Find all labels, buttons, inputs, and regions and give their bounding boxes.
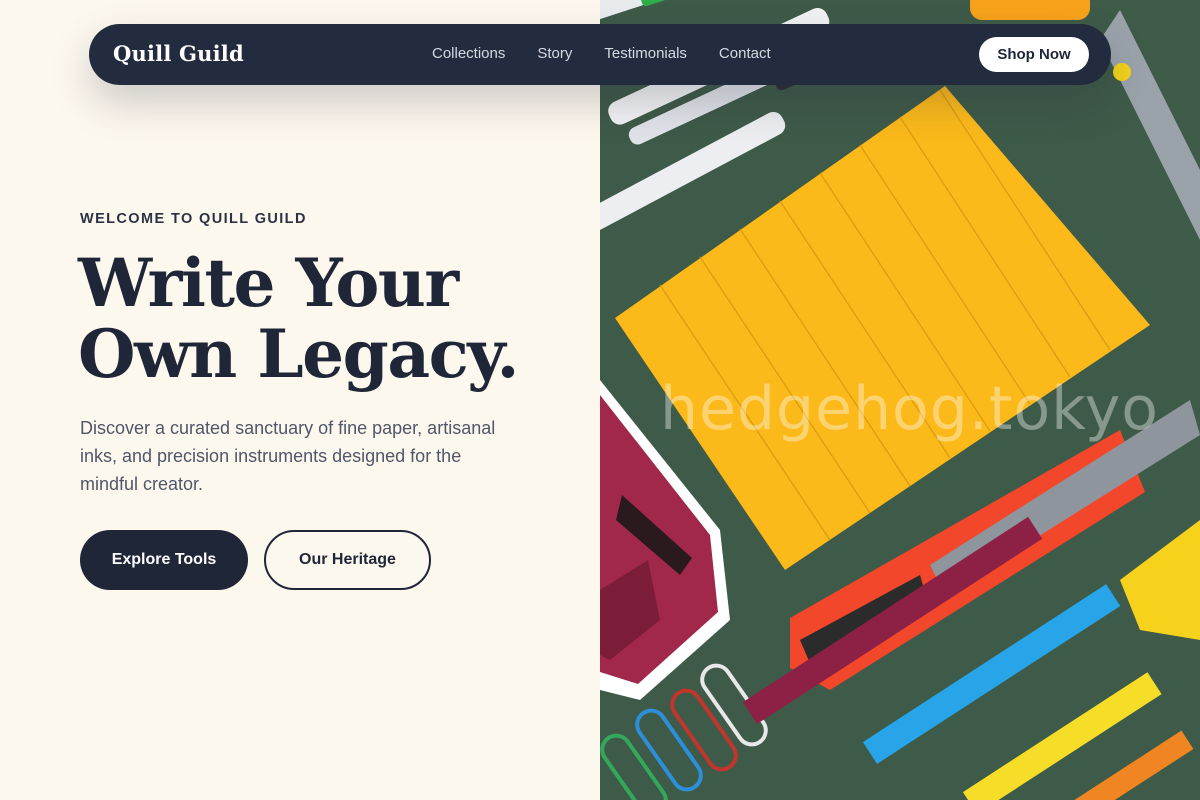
headline-line-1: Write Your	[78, 244, 459, 322]
our-heritage-button[interactable]: Our Heritage	[264, 530, 431, 590]
nav-link-story[interactable]: Story	[537, 45, 572, 62]
top-navbar: Quill Guild Collections Story Testimonia…	[89, 24, 1111, 85]
nav-link-contact[interactable]: Contact	[719, 45, 771, 62]
brand-logo[interactable]: Quill Guild	[113, 41, 244, 66]
hero-headline: Write Your Own Legacy.	[78, 248, 598, 390]
headline-line-2: Own Legacy.	[78, 315, 520, 393]
watermark-text: hedgehog.tokyo	[660, 374, 1159, 444]
nav-link-testimonials[interactable]: Testimonials	[604, 45, 687, 62]
hero-description: Discover a curated sanctuary of fine pap…	[80, 418, 496, 494]
hero-eyebrow: WELCOME TO QUILL GUILD	[80, 211, 307, 227]
explore-tools-button[interactable]: Explore Tools	[80, 530, 248, 590]
nav-links: Collections Story Testimonials Contact	[432, 45, 771, 62]
nav-link-collections[interactable]: Collections	[432, 45, 505, 62]
shop-now-button[interactable]: Shop Now	[979, 37, 1089, 72]
